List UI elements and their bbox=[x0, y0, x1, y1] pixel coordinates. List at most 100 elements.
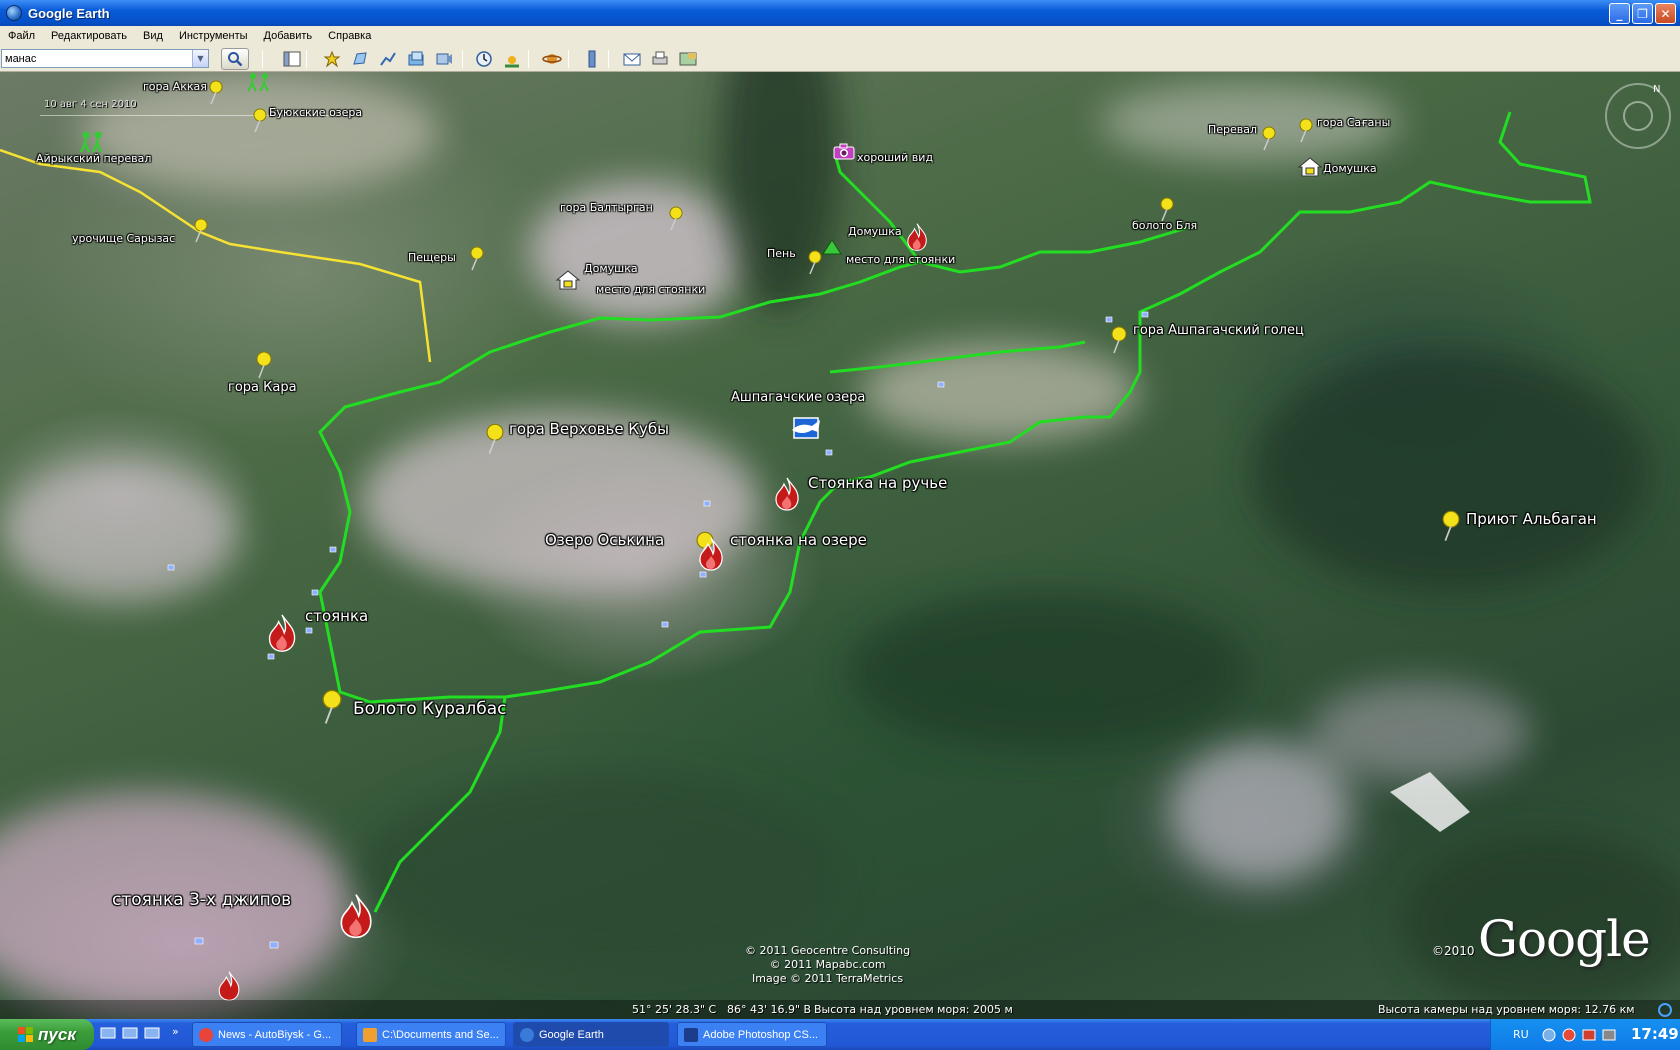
email-button[interactable] bbox=[620, 49, 644, 69]
pushpin-icon[interactable] bbox=[482, 422, 508, 456]
menu-tools[interactable]: Инструменты bbox=[171, 30, 256, 42]
historical-imagery-button[interactable] bbox=[472, 49, 496, 69]
pushpin-icon[interactable] bbox=[190, 216, 212, 246]
label-ashpagachskie-ozera[interactable]: Ашпагачские озера bbox=[731, 390, 865, 405]
pushpin-icon[interactable] bbox=[249, 106, 271, 136]
label-gora-verhovye-kuby[interactable]: гора Верховье Кубы bbox=[509, 420, 669, 438]
quick-launch-icon[interactable] bbox=[144, 1027, 160, 1041]
campfire-icon[interactable] bbox=[904, 222, 930, 252]
menu-help[interactable]: Справка bbox=[320, 30, 379, 42]
pushpin-icon[interactable] bbox=[466, 244, 488, 274]
polygon-icon bbox=[353, 52, 367, 65]
add-overlay-button[interactable] bbox=[404, 49, 428, 69]
label-buyukskie-ozera[interactable]: Буюкские озера bbox=[269, 106, 362, 119]
window-title: Google Earth bbox=[28, 5, 110, 21]
ruler-button[interactable] bbox=[580, 49, 604, 69]
house-icon[interactable] bbox=[555, 269, 581, 291]
planet-icon bbox=[542, 54, 562, 64]
label-boloto-blya[interactable]: болото Бля bbox=[1132, 219, 1197, 232]
taskbar-item-explorer[interactable]: C:\Documents and Se... bbox=[356, 1022, 506, 1047]
label-priyut-albagan[interactable]: Приют Альбаган bbox=[1466, 510, 1597, 528]
sunlight-button[interactable] bbox=[500, 49, 524, 69]
pushpin-icon[interactable] bbox=[1258, 124, 1280, 154]
label-ayrykskiy-pereval[interactable]: Айрыкский перевал bbox=[36, 152, 151, 165]
hiker-icon[interactable] bbox=[245, 72, 275, 92]
print-button[interactable] bbox=[648, 49, 672, 69]
pushpin-icon[interactable] bbox=[665, 204, 687, 234]
label-stoyanka[interactable]: стоянка bbox=[305, 607, 368, 625]
add-path-button[interactable] bbox=[376, 49, 400, 69]
label-gora-sagany[interactable]: гора Сағаны bbox=[1317, 116, 1390, 129]
sidebar-toggle-button[interactable] bbox=[280, 49, 304, 69]
quick-launch-icon[interactable] bbox=[122, 1027, 138, 1041]
label-stoyanka-3-dzhipov[interactable]: стоянка 3-х джипов bbox=[112, 890, 291, 910]
label-pen[interactable]: Пень bbox=[767, 247, 796, 260]
label-gora-kara[interactable]: гора Кара bbox=[228, 380, 297, 395]
campfire-icon[interactable] bbox=[772, 476, 802, 512]
search-input[interactable] bbox=[2, 50, 192, 67]
map-icon bbox=[679, 52, 697, 66]
label-boloto-kuralbas[interactable]: Болото Куралбас bbox=[353, 699, 507, 719]
campfire-icon[interactable] bbox=[336, 892, 376, 940]
show-desktop-icon[interactable] bbox=[100, 1027, 116, 1041]
pushpin-icon[interactable] bbox=[253, 350, 275, 380]
pushpin-icon[interactable] bbox=[1108, 325, 1130, 355]
house-icon[interactable] bbox=[1297, 156, 1323, 178]
search-button[interactable] bbox=[221, 48, 249, 70]
search-dropdown-button[interactable]: ▼ bbox=[192, 50, 208, 67]
task-label: C:\Documents and Se... bbox=[382, 1028, 499, 1041]
pushpin-icon[interactable] bbox=[318, 688, 346, 726]
language-indicator[interactable]: RU bbox=[1513, 1028, 1529, 1041]
logo-year: ©2010 bbox=[1432, 944, 1475, 958]
lake-fishing-icon[interactable] bbox=[788, 410, 824, 444]
campfire-icon[interactable] bbox=[696, 536, 726, 572]
pushpin-icon[interactable] bbox=[205, 78, 227, 108]
label-horoshiy-vid[interactable]: хороший вид bbox=[857, 151, 933, 164]
label-gora-baltyrgan[interactable]: гора Балтырган bbox=[560, 201, 653, 214]
navigation-control[interactable]: N bbox=[1598, 76, 1678, 156]
tray-app-icon[interactable] bbox=[1581, 1027, 1597, 1043]
pushpin-icon[interactable] bbox=[1438, 509, 1464, 543]
pushpin-icon[interactable] bbox=[1295, 116, 1317, 146]
quick-launch-expand-icon[interactable]: » bbox=[172, 1025, 179, 1038]
label-mesto-stoyanki-2[interactable]: место для стоянки bbox=[846, 253, 955, 266]
label-mesto-stoyanki-1[interactable]: место для стоянки bbox=[596, 283, 705, 296]
view-in-maps-button[interactable] bbox=[676, 49, 700, 69]
label-stoyanka-na-ruchye[interactable]: Стоянка на ручье bbox=[808, 474, 947, 492]
label-domushka-2[interactable]: Домушка bbox=[848, 225, 902, 238]
label-domushka-1[interactable]: Домушка bbox=[584, 262, 638, 275]
label-stoyanka-na-ozere[interactable]: стоянка на озере bbox=[730, 531, 867, 549]
label-domushka-3[interactable]: Домушка bbox=[1323, 162, 1377, 175]
label-urochishche-saryzas[interactable]: урочище Сарызас bbox=[72, 232, 175, 245]
campfire-icon[interactable] bbox=[214, 970, 244, 1002]
label-peshchery[interactable]: Пещеры bbox=[408, 251, 456, 264]
taskbar-item-photoshop[interactable]: Adobe Photoshop CS... bbox=[677, 1022, 827, 1047]
label-gora-ashpagachskiy-golets[interactable]: гора Ашпагачский голец bbox=[1133, 323, 1304, 338]
label-gora-akkaya[interactable]: гора Аккая bbox=[143, 80, 207, 93]
maximize-button[interactable]: ❐ bbox=[1632, 3, 1653, 24]
tray-app-icon[interactable] bbox=[1541, 1027, 1557, 1043]
menu-edit[interactable]: Редактировать bbox=[43, 30, 135, 42]
label-ozero-oskina[interactable]: Озеро Оськина bbox=[545, 531, 664, 549]
campsite-tent-icon[interactable] bbox=[821, 238, 843, 256]
start-button[interactable]: пуск bbox=[0, 1019, 94, 1050]
menu-file[interactable]: Файл bbox=[0, 30, 43, 42]
menu-view[interactable]: Вид bbox=[135, 30, 171, 42]
label-pereval[interactable]: Перевал bbox=[1208, 123, 1257, 136]
tray-app-icon[interactable] bbox=[1561, 1027, 1577, 1043]
record-tour-button[interactable] bbox=[432, 49, 456, 69]
clock[interactable]: 17:49 bbox=[1631, 1025, 1679, 1043]
menu-add[interactable]: Добавить bbox=[256, 30, 321, 42]
taskbar-item-google-earth[interactable]: Google Earth bbox=[513, 1022, 669, 1047]
add-placemark-button[interactable] bbox=[320, 49, 344, 69]
close-button[interactable]: ✕ bbox=[1655, 3, 1676, 24]
tray-app-icon[interactable] bbox=[1601, 1027, 1617, 1043]
add-polygon-button[interactable] bbox=[348, 49, 372, 69]
earth-map-view[interactable]: 10 авг 4 сен 2010 N гора Аккая Буюкские … bbox=[0, 72, 1680, 1019]
taskbar-item-browser[interactable]: News - AutoBiysk - G... bbox=[192, 1022, 342, 1047]
hiker-icon[interactable] bbox=[78, 130, 108, 154]
camera-icon[interactable] bbox=[832, 142, 856, 160]
minimize-button[interactable]: _ bbox=[1609, 3, 1630, 24]
switch-planet-button[interactable] bbox=[540, 49, 564, 69]
campfire-icon[interactable] bbox=[265, 612, 299, 654]
